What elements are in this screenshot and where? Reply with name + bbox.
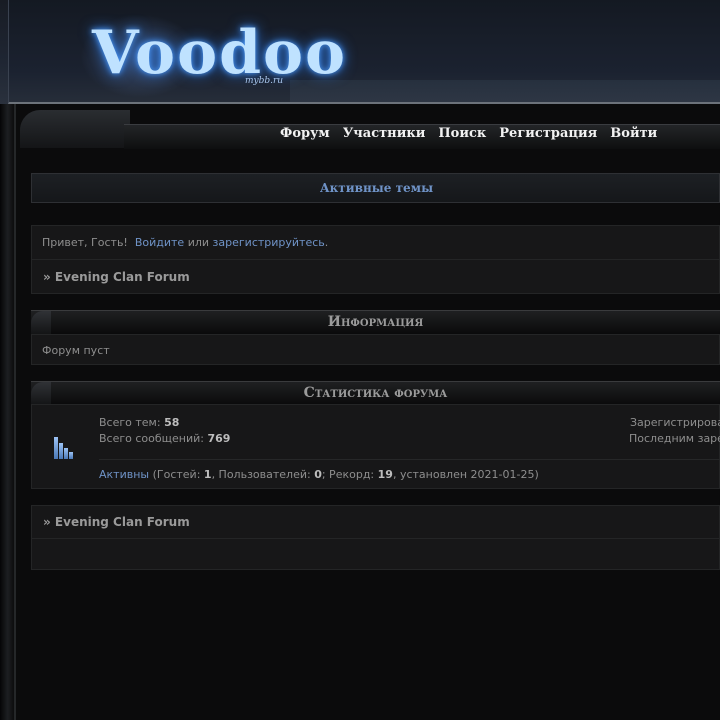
stat-posts-value: 769 (207, 432, 231, 445)
stats-chart-icon (52, 433, 74, 459)
breadcrumb[interactable]: » Evening Clan Forum (43, 270, 190, 284)
active-users-label: , Пользователей: (211, 468, 311, 481)
welcome-period: . (324, 236, 329, 249)
footer-breadcrumb[interactable]: » Evening Clan Forum (43, 515, 190, 529)
left-rail (0, 0, 14, 720)
logo-text: Voodoo (92, 18, 348, 88)
active-users-value: 0 (314, 468, 322, 481)
stat-registered: Зарегистрирова (630, 416, 720, 429)
or-text: или (187, 236, 210, 249)
left-rail-edge (14, 104, 16, 720)
stats-section-title: Статистика форума (303, 385, 448, 401)
stats-section-header: Статистика форума (31, 381, 720, 406)
welcome-panel: Привет, Гость! Войдите или зарегистрируй… (31, 225, 720, 259)
record-label: ; Рекорд: (321, 468, 375, 481)
greeting: Привет, Гость! (42, 236, 128, 249)
active-guests-value: 1 (203, 468, 212, 481)
info-section-body: Форум пуст (31, 334, 720, 365)
site-header: Voodoo mybb.ru (0, 0, 720, 104)
nav-forum[interactable]: Форум (280, 126, 330, 141)
info-section-title: Информация (327, 314, 424, 330)
stats-divider (99, 459, 720, 460)
login-link[interactable]: Войдите (135, 236, 184, 249)
register-link[interactable]: зарегистрируйтесь (213, 236, 325, 249)
footer-breadcrumb-panel: » Evening Clan Forum (31, 505, 720, 539)
record-date: , установлен 2021-01-25) (392, 468, 539, 481)
nav-members[interactable]: Участники (343, 126, 426, 141)
active-users-link[interactable]: Активны (99, 468, 149, 481)
record-value: 19 (377, 468, 393, 481)
stats-section-body: Всего тем: 58 Всего сообщений: 769 Зарег… (31, 404, 720, 489)
stat-topics-value: 58 (164, 416, 180, 429)
active-topics-link[interactable]: Активные темы (32, 181, 720, 195)
active-users-line: Активны (Гостей: 1, Пользователей: 0; Ре… (99, 468, 539, 481)
nav-login[interactable]: Войти (610, 126, 657, 141)
nav-search[interactable]: Поиск (438, 126, 486, 141)
stat-topics: Всего тем: 58 (99, 416, 179, 429)
nav-register[interactable]: Регистрация (499, 126, 597, 141)
header-band (290, 80, 720, 102)
logo-subtitle: mybb.ru (245, 76, 284, 86)
active-topics-bar: Активные темы (31, 173, 720, 203)
footer-panel (31, 538, 720, 570)
stat-last-registered: Последним заре (629, 432, 720, 445)
stat-topics-label: Всего тем: (99, 416, 161, 429)
main-navigation: Форум Участники Поиск Регистрация Войти (20, 110, 720, 149)
info-text: Форум пуст (42, 344, 110, 357)
nav-links: Форум Участники Поиск Регистрация Войти (280, 126, 657, 141)
welcome-text: Привет, Гость! Войдите или зарегистрируй… (42, 236, 328, 249)
breadcrumb-panel: » Evening Clan Forum (31, 259, 720, 294)
info-section-header: Информация (31, 310, 720, 335)
nav-swoosh (20, 110, 130, 148)
site-logo[interactable]: Voodoo mybb.ru (40, 4, 345, 102)
active-guests-label: (Гостей: (152, 468, 201, 481)
stat-posts-label: Всего сообщений: (99, 432, 204, 445)
stat-posts: Всего сообщений: 769 (99, 432, 230, 445)
